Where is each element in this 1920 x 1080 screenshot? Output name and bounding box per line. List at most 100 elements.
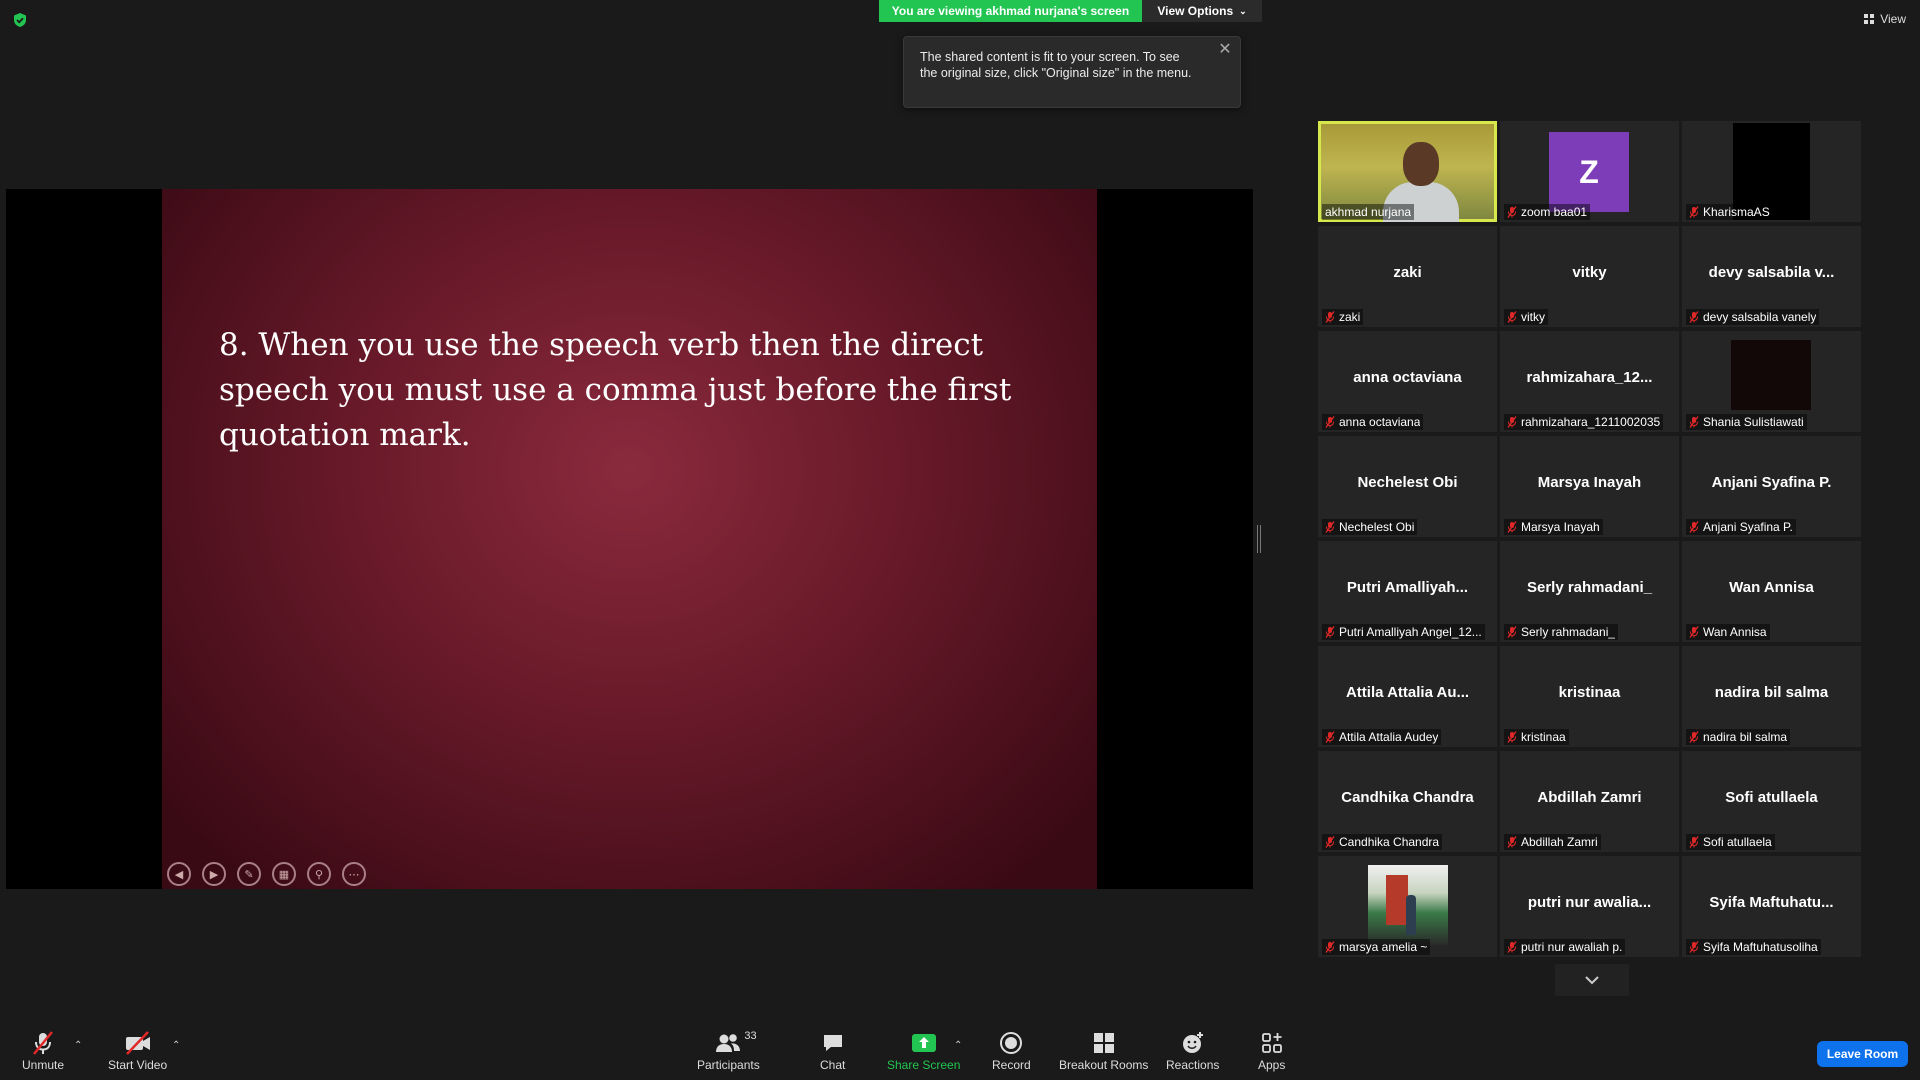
record-label: Record	[992, 1058, 1031, 1072]
participant-name-label: Syifa Maftuhatusoliha	[1686, 939, 1821, 955]
microphone-muted-icon	[1325, 521, 1335, 533]
record-button[interactable]: Record	[992, 1030, 1031, 1072]
view-layout-button[interactable]: View	[1864, 12, 1906, 26]
breakout-rooms-icon	[1093, 1033, 1114, 1053]
participant-name-label: kristinaa	[1504, 729, 1569, 745]
participant-name: nadira bil salma	[1703, 730, 1788, 744]
microphone-muted-icon	[1689, 416, 1699, 428]
share-screen-button[interactable]: Share Screen	[887, 1030, 960, 1072]
participant-tile[interactable]: vitky vitky	[1500, 226, 1679, 327]
see-all-slides-icon[interactable]: ▦	[272, 862, 296, 886]
participant-name-label: putri nur awaliah p.	[1504, 939, 1626, 955]
pen-icon[interactable]: ✎	[237, 862, 261, 886]
participant-tile[interactable]: Shania Sulistiawati	[1682, 331, 1861, 432]
participant-name-label: zoom baa01	[1504, 204, 1591, 220]
slide-text: 8. When you use the speech verb then the…	[219, 327, 1012, 453]
view-options-button[interactable]: View Options ⌄	[1142, 0, 1262, 22]
apps-icon	[1261, 1033, 1282, 1053]
previous-slide-icon[interactable]: ◀	[167, 862, 191, 886]
share-options-caret-icon[interactable]: ⌃	[954, 1040, 962, 1051]
participant-name: Nechelest Obi	[1339, 520, 1415, 534]
zoom-icon[interactable]: ⚲	[307, 862, 331, 886]
participants-button[interactable]: 33 Participants	[697, 1030, 760, 1072]
participant-tile[interactable]: Candhika Chandra Candhika Chandra	[1318, 751, 1497, 852]
microphone-muted-icon	[1325, 941, 1335, 953]
close-icon[interactable]: ✕	[1218, 42, 1232, 58]
participant-tile[interactable]: marsya amelia ~	[1318, 856, 1497, 957]
participant-name-label: devy salsabila vanely	[1686, 309, 1820, 325]
chat-button[interactable]: Chat	[820, 1030, 845, 1072]
microphone-muted-icon	[1507, 731, 1517, 743]
panel-resize-handle[interactable]	[1257, 525, 1261, 553]
microphone-muted-icon	[1689, 836, 1699, 848]
participant-tile[interactable]: nadira bil salma nadira bil salma	[1682, 646, 1861, 747]
participant-tile[interactable]: Marsya Inayah Marsya Inayah	[1500, 436, 1679, 537]
video-camera-off-icon	[125, 1031, 150, 1055]
participant-tile[interactable]: devy salsabila v... devy salsabila vanely	[1682, 226, 1861, 327]
participants-icon	[716, 1034, 741, 1052]
video-options-caret-icon[interactable]: ⌃	[172, 1040, 180, 1051]
participant-name-label: zaki	[1322, 309, 1364, 325]
participant-tile[interactable]: Wan Annisa Wan Annisa	[1682, 541, 1861, 642]
participant-tile[interactable]: rahmizahara_12... rahmizahara_1211002035	[1500, 331, 1679, 432]
share-screen-label: Share Screen	[887, 1058, 961, 1072]
audio-options-caret-icon[interactable]: ⌃	[74, 1040, 82, 1051]
participant-tile[interactable]: akhmad nurjana	[1318, 121, 1497, 222]
participant-tile[interactable]: Anjani Syafina P. Anjani Syafina P.	[1682, 436, 1861, 537]
security-shield-icon[interactable]	[12, 12, 28, 28]
participant-tile[interactable]: Attila Attalia Au... Attila Attalia Audey	[1318, 646, 1497, 747]
participant-name-label: Anjani Syafina P.	[1686, 519, 1796, 535]
participant-name: Syifa Maftuhatusoliha	[1703, 940, 1818, 954]
next-slide-icon[interactable]: ▶	[202, 862, 226, 886]
more-options-icon[interactable]: ⋯	[342, 862, 366, 886]
start-video-label: Start Video	[108, 1058, 168, 1072]
participant-name-label: anna octaviana	[1322, 414, 1424, 430]
participant-display-name: vitky	[1572, 264, 1607, 281]
participant-name-label: KharismaAS	[1686, 204, 1773, 220]
shared-screen[interactable]: 8. When you use the speech verb then the…	[6, 189, 1253, 889]
participant-tile[interactable]: zaki zaki	[1318, 226, 1497, 327]
participant-display-name: Wan Annisa	[1729, 579, 1814, 596]
participant-tile[interactable]: KharismaAS	[1682, 121, 1861, 222]
participant-display-name: Marsya Inayah	[1537, 474, 1642, 491]
participant-tile[interactable]: Putri Amalliyah... Putri Amalliyah Angel_…	[1318, 541, 1497, 642]
participant-tile[interactable]: Nechelest Obi Nechelest Obi	[1318, 436, 1497, 537]
start-video-button[interactable]: Start Video	[108, 1030, 167, 1072]
participant-name: zaki	[1339, 310, 1361, 324]
participant-display-name: Anjani Syafina P.	[1711, 474, 1832, 491]
unmute-label: Unmute	[22, 1058, 65, 1072]
participant-name: Sofi atullaela	[1703, 835, 1772, 849]
participant-tile[interactable]: anna octaviana anna octaviana	[1318, 331, 1497, 432]
participant-tile[interactable]: Abdillah Zamri Abdillah Zamri	[1500, 751, 1679, 852]
unmute-button[interactable]: Unmute	[22, 1030, 64, 1072]
participant-tile[interactable]: putri nur awalia... putri nur awaliah p.	[1500, 856, 1679, 957]
microphone-muted-icon	[1325, 731, 1335, 743]
breakout-rooms-button[interactable]: Breakout Rooms	[1059, 1030, 1148, 1072]
participant-tile[interactable]: Syifa Maftuhatu... Syifa Maftuhatusoliha	[1682, 856, 1861, 957]
gallery-next-page-button[interactable]	[1555, 964, 1629, 996]
meeting-toolbar: Unmute ⌃ Start Video ⌃ 33 Participants C…	[0, 1020, 1920, 1080]
participant-name: devy salsabila vanely	[1703, 310, 1817, 324]
apps-button[interactable]: Apps	[1258, 1030, 1285, 1072]
participant-name: Marsya Inayah	[1521, 520, 1600, 534]
participant-name-label: vitky	[1504, 309, 1548, 325]
participant-name: Shania Sulistiawati	[1703, 415, 1804, 429]
zoom-meeting-window: You are viewing akhmad nurjana's screen …	[0, 0, 1920, 1080]
participant-tile[interactable]: kristinaa kristinaa	[1500, 646, 1679, 747]
participant-tile[interactable]: Serly rahmadani_ Serly rahmadani_	[1500, 541, 1679, 642]
chevron-down-icon	[1585, 976, 1599, 985]
participant-name: marsya amelia ~	[1339, 940, 1428, 954]
participant-name: Wan Annisa	[1703, 625, 1767, 639]
participant-tile[interactable]: Sofi atullaela Sofi atullaela	[1682, 751, 1861, 852]
fit-to-screen-notice: The shared content is fit to your screen…	[903, 36, 1241, 108]
reactions-button[interactable]: Reactions	[1166, 1030, 1219, 1072]
microphone-muted-icon	[1325, 311, 1335, 323]
chat-bubble-icon	[823, 1035, 842, 1051]
participant-name: KharismaAS	[1703, 205, 1770, 219]
participant-display-name: zaki	[1393, 264, 1422, 281]
participant-name-label: Nechelest Obi	[1322, 519, 1418, 535]
microphone-muted-icon	[1507, 311, 1517, 323]
participant-tile[interactable]: Zzoom baa01	[1500, 121, 1679, 222]
participant-display-name: anna octaviana	[1353, 369, 1462, 386]
leave-room-button[interactable]: Leave Room	[1817, 1041, 1908, 1067]
